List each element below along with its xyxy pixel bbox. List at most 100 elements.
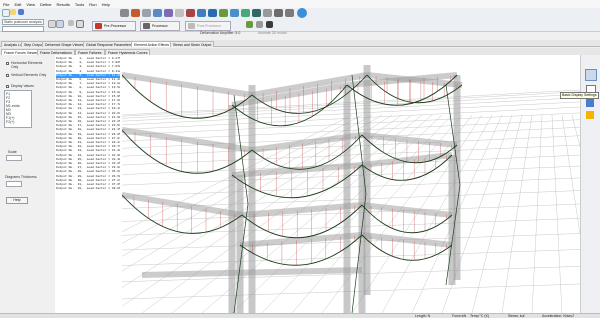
vertical-only-checkbox[interactable]	[6, 74, 9, 77]
frame-forces-diagram[interactable]	[122, 55, 580, 313]
tooltip: Basic Display Settings	[560, 92, 599, 99]
stop-icon[interactable]	[120, 9, 129, 17]
help-button[interactable]: Help	[6, 197, 28, 204]
output-list-row[interactable]: Output No. 32, Load Factor = 39.05500000…	[56, 187, 120, 191]
damping-icon[interactable]	[252, 9, 261, 17]
grid-line	[122, 101, 580, 126]
help-globe-icon[interactable]	[297, 8, 307, 18]
status-acceleration: Acceleration: N/sec2	[542, 314, 575, 318]
processor-icon	[143, 23, 150, 29]
grid-line	[122, 89, 580, 116]
beam-member	[141, 267, 363, 278]
status-length: Length: N	[415, 314, 431, 318]
new-file-icon[interactable]	[2, 9, 10, 17]
section-icon[interactable]	[76, 20, 84, 28]
3d-model-viewport[interactable]	[122, 55, 580, 313]
horizontal-only-label: Horizontal Elements Only	[11, 61, 43, 69]
grid-line	[122, 91, 580, 117]
frame-icon[interactable]	[68, 20, 74, 26]
run-icon[interactable]	[131, 9, 140, 17]
open-folder-icon[interactable]	[10, 9, 16, 15]
menu-results[interactable]: Results	[57, 2, 70, 7]
save-view-icon[interactable]	[586, 99, 594, 107]
menu-define[interactable]: Define	[40, 2, 52, 7]
loading-icon[interactable]	[208, 9, 217, 17]
material-icon[interactable]	[142, 9, 151, 17]
beam-member	[361, 232, 453, 248]
grid-line	[122, 218, 580, 236]
display-values-checkbox[interactable]	[6, 85, 9, 88]
output-step-list[interactable]: Output No. 1, Load Factor = 0.2750000000…	[55, 55, 123, 313]
animate-3d-model[interactable]: Animate 3D model	[258, 31, 287, 35]
grid-line	[561, 114, 580, 236]
scale-label: Scale	[8, 150, 17, 154]
postprocessor-icon	[188, 23, 195, 29]
grid-line	[122, 165, 580, 186]
grid-line	[122, 144, 580, 166]
grid-line	[122, 112, 580, 136]
grid-line	[551, 114, 563, 313]
restraints-icon[interactable]	[186, 9, 195, 17]
run-analysis-icon[interactable]	[246, 21, 253, 28]
tab-stress-strain-output[interactable]: Stress and Strain Output	[170, 41, 215, 47]
beam-member	[122, 72, 253, 98]
preprocessor-button[interactable]: Pre-Processor	[92, 21, 136, 31]
tab-deformed-shape-viewer[interactable]: Deformed Shape Viewer	[42, 41, 87, 47]
processor-button[interactable]: Processor	[140, 21, 180, 31]
settings-icon[interactable]	[263, 9, 272, 17]
deformation-amplifier[interactable]: Deformation Amplifier: 5.0	[200, 31, 240, 35]
grid-icon[interactable]	[48, 20, 56, 28]
tab-global-response-parameters[interactable]: Global Response Parameters	[83, 41, 135, 47]
toolbar: Static pushover analysis Pre-Processor P…	[0, 8, 600, 35]
thickness-stepper[interactable]	[6, 181, 22, 187]
mass-icon[interactable]	[241, 9, 250, 17]
status-temp: Temp:°C (K)	[470, 314, 490, 318]
menu-view[interactable]: View	[26, 2, 35, 7]
display-values-label: Display Values	[11, 84, 34, 88]
status-bar: Length: N Force:kN Temp:°C (K) Stress: k…	[0, 313, 600, 318]
save-icon[interactable]	[18, 9, 24, 15]
status-force: Force:kN	[452, 314, 467, 318]
element-connectivity-icon[interactable]	[197, 9, 206, 17]
loads-icon[interactable]	[230, 9, 239, 17]
secondary-select[interactable]	[2, 26, 44, 32]
grid-line	[122, 94, 580, 119]
menu-tools[interactable]: Tools	[75, 2, 84, 7]
grid-line	[471, 114, 523, 313]
postprocessor-button[interactable]: Post-Processor	[185, 21, 231, 31]
grid-line	[122, 177, 580, 197]
dropdown-icon[interactable]	[56, 20, 64, 28]
tab-element-action-effects[interactable]: Element Action Effects	[131, 41, 172, 47]
diagram-thickness-label: Diagrams Thickness	[5, 175, 37, 179]
component-list[interactable]: F1 F2 F3 M1-ends M2 M3 F1(+) F2(+)	[4, 90, 32, 128]
checkmark-icon[interactable]	[219, 9, 228, 17]
layers-icon[interactable]	[586, 111, 594, 119]
cog-icon[interactable]	[285, 9, 294, 17]
vertical-only-label: Vertical Elements Only	[11, 73, 47, 77]
display-options-panel: Horizontal Elements Only Vertical Elemen…	[0, 55, 56, 313]
menu-file[interactable]: File	[3, 2, 9, 7]
menu-help[interactable]: Help	[102, 2, 110, 7]
log-icon[interactable]	[266, 21, 273, 28]
status-stress: Stress: kuf	[508, 314, 525, 318]
grid-line	[501, 114, 533, 313]
basic-display-settings-icon[interactable]	[585, 69, 597, 81]
menu-bar: File Edit View Define Results Tools Run …	[0, 0, 600, 8]
results-icon[interactable]	[256, 21, 263, 28]
gear-icon[interactable]	[274, 9, 283, 17]
preprocessor-icon	[95, 23, 102, 29]
section-library-icon[interactable]	[153, 9, 162, 17]
nodes-icon[interactable]	[175, 9, 184, 17]
analysis-type-select[interactable]: Static pushover analysis	[2, 19, 44, 25]
scale-stepper[interactable]	[6, 155, 22, 161]
frame-subtabs: Frame Forces Viewer Frame Deformations F…	[0, 48, 600, 55]
horizontal-only-checkbox[interactable]	[6, 62, 9, 65]
grid-line	[571, 114, 580, 148]
menu-run[interactable]: Run	[89, 2, 96, 7]
element-class-icon[interactable]	[164, 9, 173, 17]
list-item[interactable]: F2(+)	[6, 120, 14, 124]
results-tabs: Analysis Logs Step Output Deformed Shape…	[0, 40, 600, 47]
beam-member	[361, 202, 453, 218]
grid-line	[122, 283, 580, 300]
menu-edit[interactable]: Edit	[14, 2, 21, 7]
